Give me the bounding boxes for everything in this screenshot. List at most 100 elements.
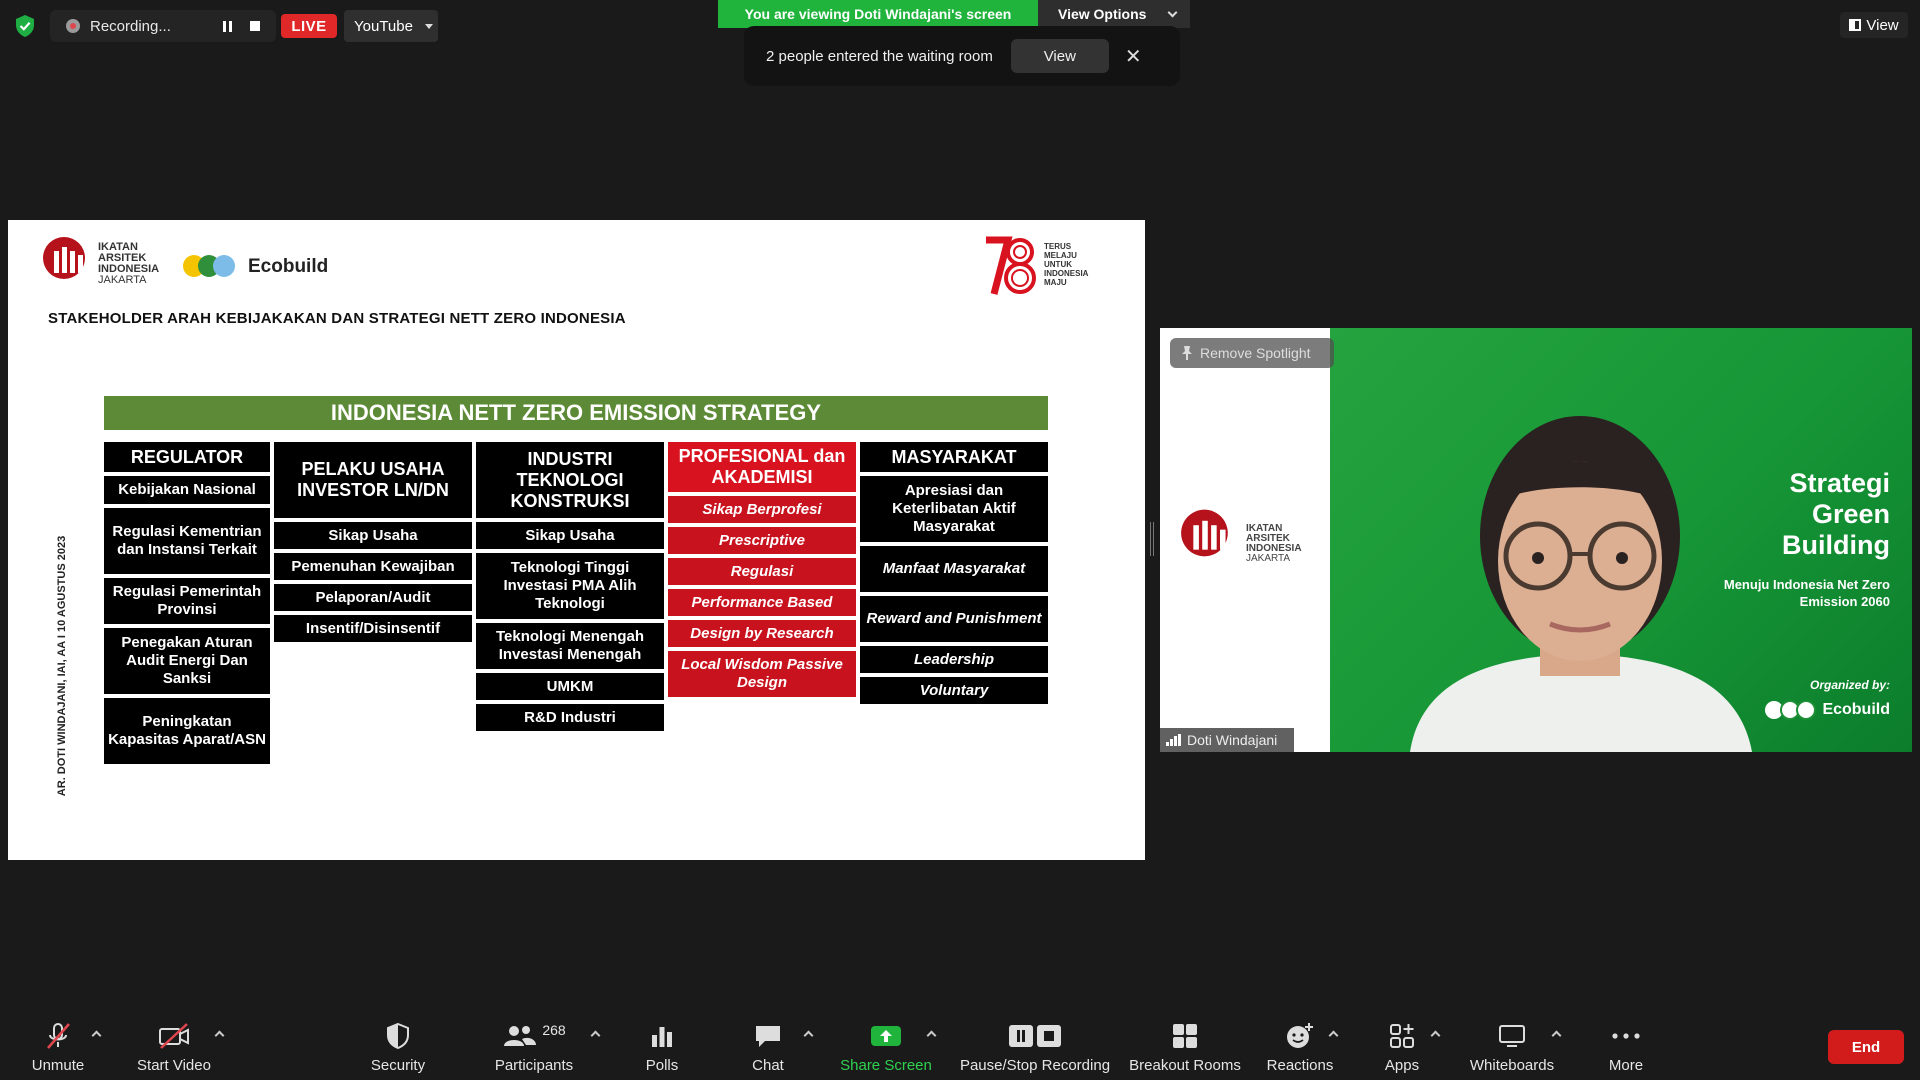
microphone-muted-icon [43,1019,73,1053]
security-label: Security [370,1057,426,1074]
apps-button[interactable]: Apps [1364,1010,1440,1080]
recording-dot-icon [66,19,80,33]
list-item: Design by Research [668,620,856,647]
pause-stop-icon [1006,1019,1064,1053]
column-header: MASYARAKAT [860,442,1048,472]
view-layout-label: View [1866,16,1899,34]
smiley-plus-icon [1285,1019,1315,1053]
recording-indicator: Recording... [50,10,276,42]
share-screen-label: Share Screen [840,1057,932,1074]
polls-button[interactable]: Polls [624,1010,700,1080]
iai-logo-text: IKATAN ARSITEK INDONESIA JAKARTA [1246,523,1302,564]
pause-stop-recording-label: Pause/Stop Recording [959,1057,1111,1074]
polls-label: Polls [645,1057,679,1074]
ri-78-logo-text: TERUS MELAJU UNTUK INDONESIA MAJU [1044,242,1089,287]
share-screen-button[interactable]: Share Screen [836,1010,936,1080]
apps-label: Apps [1384,1057,1420,1074]
reactions-button[interactable]: Reactions [1262,1010,1338,1080]
caret-down-icon [424,23,433,29]
column-header: REGULATOR [104,442,270,472]
iai-logo-text: IKATAN ARSITEK INDONESIA JAKARTA [98,241,160,286]
view-options-dropdown[interactable]: View Options [1038,0,1190,28]
participants-button[interactable]: 268 Participants [484,1010,584,1080]
list-item: Voluntary [860,677,1048,704]
security-button[interactable]: Security [360,1010,436,1080]
more-dots-icon [1611,1019,1641,1053]
pause-stop-recording-button[interactable]: Pause/Stop Recording [956,1010,1114,1080]
speaker-person-image [1410,416,1752,752]
organizer-name: Ecobuild [1822,701,1890,718]
list-item: Penegakan Aturan Audit Energi Dan Sanksi [104,628,270,694]
list-item: Peningkatan Kapasitas Aparat/ASN [104,698,270,764]
split-view-resize-handle[interactable] [1150,522,1154,556]
whiteboards-button[interactable]: Whiteboards [1462,1010,1562,1080]
unmute-button[interactable]: Unmute [20,1010,96,1080]
column-masyarakat: MASYARAKAT Apresiasi dan Keterlibatan Ak… [860,442,1048,708]
more-button[interactable]: More [1588,1010,1664,1080]
reactions-label: Reactions [1266,1057,1334,1074]
speaker-video-tile[interactable]: IKATAN ARSITEK INDONESIA JAKARTA Strateg… [1160,328,1912,752]
remove-spotlight-button[interactable]: Remove Spotlight [1170,338,1334,368]
start-video-label: Start Video [137,1057,211,1074]
stop-recording-button[interactable] [246,17,264,35]
breakout-rooms-button[interactable]: Breakout Rooms [1126,1010,1244,1080]
participant-name-bar: Doti Windajani [1160,728,1294,752]
list-item: Prescriptive [668,527,856,554]
shield-icon [385,1019,411,1053]
more-label: More [1608,1057,1644,1074]
list-item: Apresiasi dan Keterlibatan Aktif Masyara… [860,476,1048,542]
signal-strength-icon [1166,734,1181,746]
participants-count: 268 [542,1022,566,1038]
live-badge[interactable]: LIVE [281,14,337,38]
participant-name: Doti Windajani [1187,732,1278,748]
participants-caret-icon[interactable] [590,1030,601,1041]
pause-recording-button[interactable] [218,17,236,35]
close-icon[interactable]: ✕ [1125,44,1142,69]
share-screen-icon [870,1019,902,1053]
notification-message: 2 people entered the waiting room [766,47,993,65]
end-meeting-button[interactable]: End [1828,1030,1904,1064]
unmute-label: Unmute [31,1057,85,1074]
iai-logo-icon [1181,509,1228,557]
chevron-down-icon [1167,7,1178,17]
ri-78-logo-icon [986,236,1036,295]
list-item: Performance Based [668,589,856,616]
stream-target-label: YouTube [354,17,413,35]
pin-icon [1182,346,1192,360]
strategy-banner: INDONESIA NETT ZERO EMISSION STRATEGY [104,396,1048,430]
column-industri: INDUSTRI TEKNOLOGI KONSTRUKSI Sikap Usah… [476,442,664,735]
security-shield-icon[interactable] [14,14,36,38]
list-item: Regulasi [668,558,856,585]
waiting-room-notification: 2 people entered the waiting room View ✕ [744,26,1180,86]
background-title: Strategi Green Building [1782,468,1890,560]
whiteboard-icon [1497,1019,1527,1053]
list-item: Sikap Usaha [274,522,472,549]
list-item: Insentif/Disinsentif [274,615,472,642]
view-options-label: View Options [1058,6,1147,22]
remove-spotlight-label: Remove Spotlight [1200,345,1311,361]
start-video-button[interactable]: Start Video [124,1010,224,1080]
slide-title: STAKEHOLDER ARAH KEBIJAKAKAN DAN STRATEG… [48,310,626,327]
bar-chart-icon [649,1019,675,1053]
whiteboards-label: Whiteboards [1469,1057,1555,1074]
list-item: Teknologi Tinggi Investasi PMA Alih Tekn… [476,553,664,619]
list-item: Manfaat Masyarakat [860,546,1048,592]
list-item: Reward and Punishment [860,596,1048,642]
column-header: PELAKU USAHA INVESTOR LN/DN [274,442,472,518]
view-layout-button[interactable]: View [1840,12,1908,38]
slide-author-credit: AR. DOTI WINDAJANI, IAI, AA I 10 AGUSTUS… [56,535,68,797]
ecobuild-logo-icon [183,255,235,277]
list-item: Pemenuhan Kewajiban [274,553,472,580]
list-item: Sikap Usaha [476,522,664,549]
organizer-logo: Ecobuild [1758,698,1890,722]
layout-icon [1849,19,1862,31]
video-camera-off-icon [157,1019,191,1053]
notification-view-button[interactable]: View [1010,39,1109,73]
chat-label: Chat [752,1057,784,1074]
stream-target-dropdown[interactable]: YouTube [344,10,438,42]
participants-label: Participants [494,1057,574,1074]
breakout-rooms-label: Breakout Rooms [1129,1057,1241,1074]
chat-bubble-icon [753,1019,783,1053]
chat-button[interactable]: Chat [730,1010,806,1080]
list-item: Kebijakan Nasional [104,476,270,504]
